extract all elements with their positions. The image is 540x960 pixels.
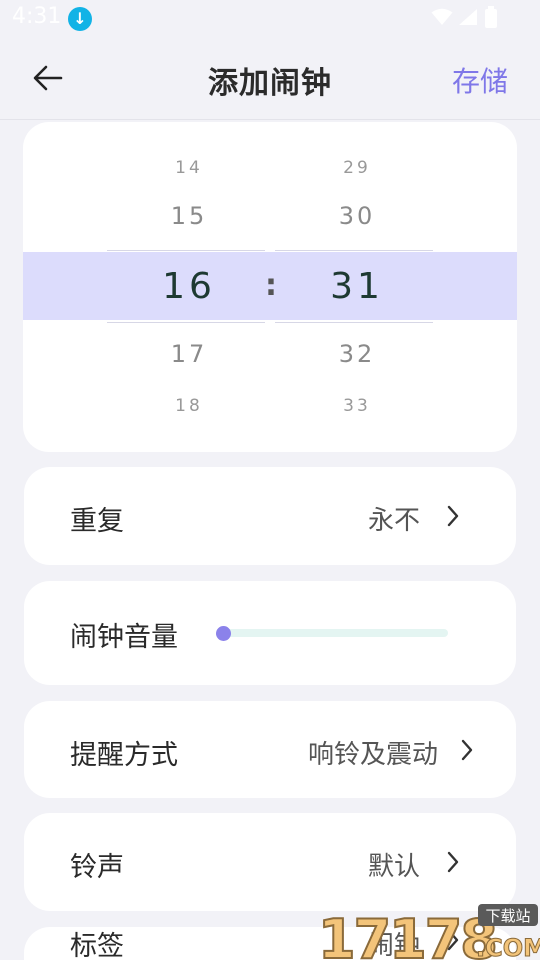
- download-arrow-icon: ↓: [68, 7, 92, 31]
- reminder-mode-value: 响铃及震动: [307, 740, 438, 770]
- reminder-mode-row[interactable]: 提醒方式 响铃及震动: [24, 701, 516, 798]
- minute-selected[interactable]: 31: [299, 266, 415, 307]
- chevron-right-icon: [447, 851, 459, 873]
- battery-icon: [485, 6, 497, 28]
- picker-divider: [107, 250, 265, 251]
- site-watermark-logo: 17178 下载站 .COM: [318, 904, 540, 960]
- time-separator: :: [265, 268, 277, 303]
- watermark-badge: 下载站: [485, 907, 530, 925]
- repeat-row[interactable]: 重复 永不: [24, 467, 516, 565]
- volume-row: 闹钟音量: [24, 581, 516, 685]
- minute-option[interactable]: 30: [299, 202, 415, 230]
- ringtone-label: 铃声: [70, 852, 124, 883]
- ringtone-row[interactable]: 铃声 默认: [24, 813, 516, 911]
- minute-option[interactable]: 32: [299, 340, 415, 368]
- chevron-right-icon: [447, 505, 459, 527]
- repeat-value: 永不: [367, 506, 420, 536]
- minute-option[interactable]: 33: [299, 396, 415, 416]
- hour-selected[interactable]: 16: [131, 266, 247, 307]
- chevron-right-icon: [461, 739, 473, 761]
- tag-label: 标签: [70, 931, 124, 960]
- volume-label: 闹钟音量: [70, 622, 178, 653]
- volume-slider-thumb[interactable]: [216, 626, 231, 641]
- status-bar: 4:31 ↓: [0, 0, 540, 36]
- hour-option[interactable]: 17: [131, 340, 247, 368]
- volume-slider-track[interactable]: [224, 629, 448, 637]
- watermark-number: 17178: [318, 908, 496, 960]
- minute-option[interactable]: 29: [299, 158, 415, 178]
- watermark-suffix: .COM: [476, 934, 540, 960]
- picker-divider: [275, 250, 433, 251]
- status-time: 4:31: [12, 4, 62, 29]
- hour-option[interactable]: 18: [131, 396, 247, 416]
- wifi-icon: [431, 8, 453, 25]
- header: 添加闹钟 存储: [0, 36, 540, 120]
- hour-option[interactable]: 15: [131, 202, 247, 230]
- ringtone-value: 默认: [367, 852, 420, 882]
- signal-icon: [459, 9, 477, 25]
- reminder-mode-label: 提醒方式: [70, 740, 178, 771]
- hour-option[interactable]: 14: [131, 158, 247, 178]
- time-picker: 14 15 16 17 18 : 29 30 31 32 33: [23, 122, 517, 452]
- picker-divider: [107, 322, 265, 323]
- repeat-label: 重复: [70, 506, 124, 537]
- header-divider: [0, 119, 540, 120]
- save-button[interactable]: 存储: [452, 60, 508, 100]
- picker-divider: [275, 322, 433, 323]
